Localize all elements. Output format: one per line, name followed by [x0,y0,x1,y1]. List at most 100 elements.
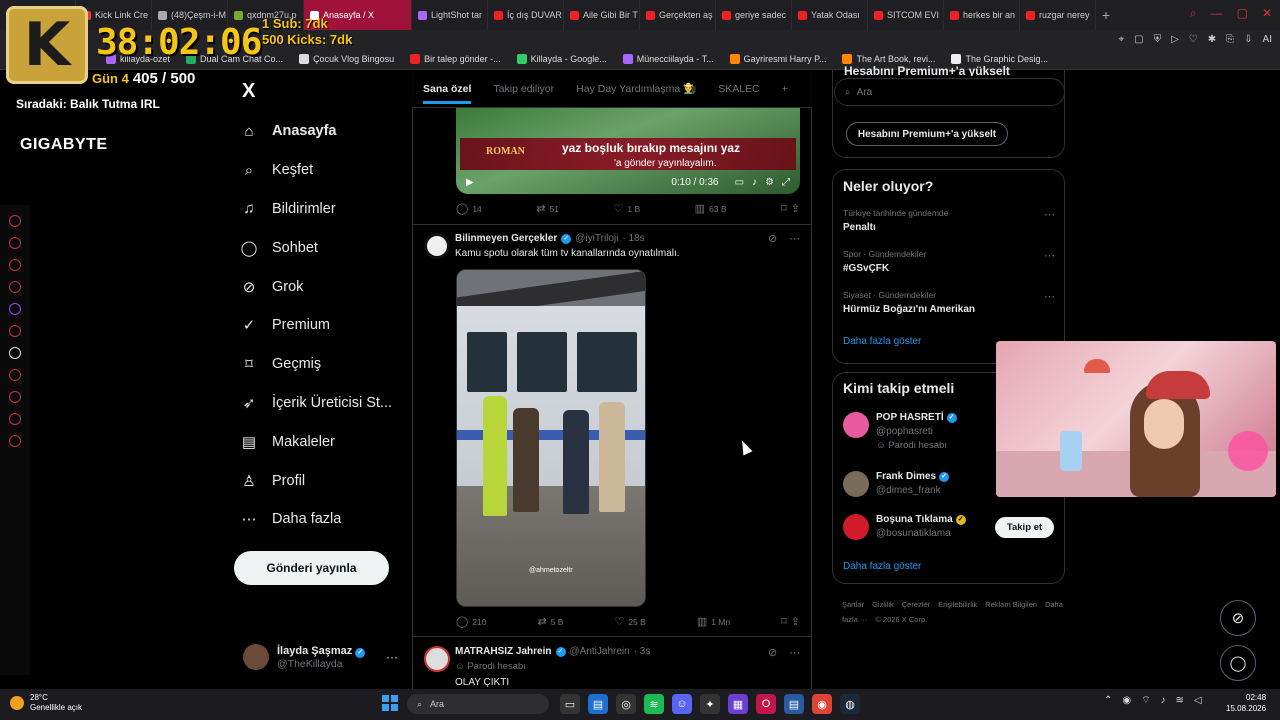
nav-item-premium[interactable]: ✓ Premium [240,306,410,345]
rail-icon[interactable] [9,325,21,337]
footer-link[interactable]: © 2026 X Corp. [875,615,927,624]
browser-tab[interactable]: İç dış DUVAR [488,0,564,30]
footer-link[interactable]: Gizlilik [872,600,894,609]
rail-icon[interactable] [9,413,21,425]
video-player[interactable]: ROMAN yaz boşluk bırakıp mesajını yaz 'a… [456,108,800,194]
shield-icon[interactable]: ⛨ [1154,34,1162,45]
rail-icon[interactable] [9,281,21,293]
footer-link[interactable]: Şartlar [842,600,864,609]
views-button[interactable]: ▥ 1 Mn [697,615,730,628]
repost-button[interactable]: ⇄ 5 B [537,615,563,628]
taskview-icon[interactable]: ▭ [560,694,580,714]
x-icon[interactable] [9,347,21,359]
avatar[interactable] [424,233,450,259]
close-icon[interactable]: ✕ [1262,6,1272,21]
tweet-time[interactable]: · 18s [622,233,644,244]
chat-icon[interactable]: ◯ [1220,645,1256,681]
bookmark-item[interactable]: Gayriresmi Harry P... [724,53,833,64]
views-button[interactable]: ▥ 63 B [695,202,727,215]
grok-icon[interactable]: ⊘ [768,232,777,245]
bookmark-item[interactable]: The Graphic Desig... [945,53,1054,64]
repost-button[interactable]: ⇄ 51 [536,202,559,215]
more-icon[interactable]: ⋯ [789,646,800,659]
bookmark-item[interactable]: Bir talep gönder -... [404,53,507,64]
browser-tab[interactable]: Yatak Odası [792,0,868,30]
play-icon[interactable]: ▶ [466,177,474,188]
tweet-handle[interactable]: @AntiJahrein [570,646,630,657]
maximize-icon[interactable]: ▢ [1237,6,1248,21]
rail-icon[interactable] [9,215,21,227]
chevron-up-icon[interactable]: ⌃ [1104,695,1112,706]
clock[interactable]: 02:48 15.08.2026 [1226,692,1266,714]
pin-icon[interactable]: ⌖ [1119,34,1125,45]
browser-tab[interactable]: LightShot tar [412,0,488,30]
nav-item-home[interactable]: ⌂ Anasayfa [240,112,410,151]
rail-icon[interactable] [9,237,21,249]
search-input[interactable]: ⌕ Ara [834,78,1065,106]
bookmark-item[interactable]: Münecciilayda - T... [617,53,720,64]
follow-suggestion[interactable]: POP HASRETİ ✓ @pophasreti ☺ Parodi hesabı [843,412,957,451]
trend-item[interactable]: Siyaset · Gündemdekiler Hürmüz Boğazı'nı … [843,290,1055,315]
rail-icon[interactable] [9,391,21,403]
bookmark-item[interactable]: Çocuk Vlog Bingosu [293,53,400,64]
microphone-icon[interactable]: ♪ [1161,695,1166,706]
nav-item-more[interactable]: ⋯ Daha fazla [240,500,410,539]
extensions-icon[interactable]: ✱ [1208,34,1216,45]
like-button[interactable]: ♡ 1 B [614,202,641,215]
tweet-author[interactable]: MATRAHSIZ Jahrein [455,646,552,657]
search-icon[interactable]: ⌕ [1190,6,1197,21]
more-icon[interactable]: ⋯ [1044,249,1055,262]
discord-icon[interactable]: ☺ [672,694,692,714]
rail-icon[interactable] [9,259,21,271]
wifi-icon[interactable]: ≋ [1176,695,1184,706]
feed-tab[interactable]: Sana özel [423,83,472,104]
browser-tab[interactable]: geriye sadec [716,0,792,30]
nav-item-rocket[interactable]: ➶ İçerik Üreticisi St... [240,384,410,423]
minimize-icon[interactable]: — [1211,6,1223,21]
ai-label[interactable]: AI [1263,34,1272,45]
app-icon[interactable]: ◎ [616,694,636,714]
nav-item-article[interactable]: ▤ Makaleler [240,422,410,461]
app-icon[interactable]: ◉ [1122,695,1131,706]
browser-tab[interactable]: Aile Gibi Bir T [564,0,640,30]
browser-tab[interactable]: SITCOM EVI [868,0,944,30]
post-button[interactable]: Gönderi yayınla [234,551,389,585]
browser-tab[interactable]: Gerçekten aş [640,0,716,30]
network-icon[interactable]: ⌔ [1141,694,1150,707]
settings-icon[interactable]: ⚙ [765,177,774,188]
tweet-time[interactable]: · 3s [634,646,651,657]
more-icon[interactable]: ⋯ [1044,290,1055,303]
bookmark-item[interactable]: Killayda - Google... [511,53,613,64]
feed-tab[interactable]: Hay Day Yardımlaşma 👨‍🌾 [576,82,696,95]
footer-link[interactable]: Erişilebilirlik [938,600,977,609]
nav-item-profile[interactable]: ♙ Profil [240,461,410,500]
feed-tab[interactable]: Takip ediliyor [493,83,554,95]
twitch-icon[interactable] [9,303,21,315]
volume-icon[interactable]: ◁ [1194,695,1202,706]
avatar[interactable] [424,646,450,672]
share-icon[interactable]: ⎘ [1226,34,1234,45]
download-icon[interactable]: ⇩ [1244,34,1252,45]
browser-tab[interactable]: herkes bir an [944,0,1020,30]
bookmark-button[interactable]: ⌑ ⇪ [781,202,800,215]
heart-icon[interactable]: ♡ [1189,34,1198,45]
store-icon[interactable]: ▤ [588,694,608,714]
screenshot-icon[interactable]: ▢ [1134,34,1143,45]
account-more-icon[interactable]: ··· [386,650,398,664]
trend-item[interactable]: Türkiye tarihinde gündemde Penaltı ⋯ [843,208,1055,233]
reply-button[interactable]: ◯ 14 [456,202,482,215]
nav-item-chat[interactable]: ◯ Sohbet [240,228,410,267]
more-icon[interactable]: ⋯ [789,232,800,245]
spotify-icon[interactable]: ≋ [644,694,664,714]
volume-icon[interactable]: ♪ [752,177,757,188]
settings-icon[interactable] [9,435,21,447]
taskbar-search[interactable]: ⌕ Ara [407,694,549,714]
follow-button[interactable]: Takip et [995,517,1054,538]
share-icon[interactable]: ⇪ [791,615,800,628]
tweet-media[interactable]: @ahmetozeltr [456,269,646,607]
play-icon[interactable]: ▷ [1171,34,1179,45]
notepad-icon[interactable]: ▤ [784,694,804,714]
opera-icon[interactable]: O [756,694,776,714]
nav-item-grok[interactable]: ⊘ Grok [240,267,410,306]
footer-link[interactable]: Reklam Bilgileri [985,600,1037,609]
